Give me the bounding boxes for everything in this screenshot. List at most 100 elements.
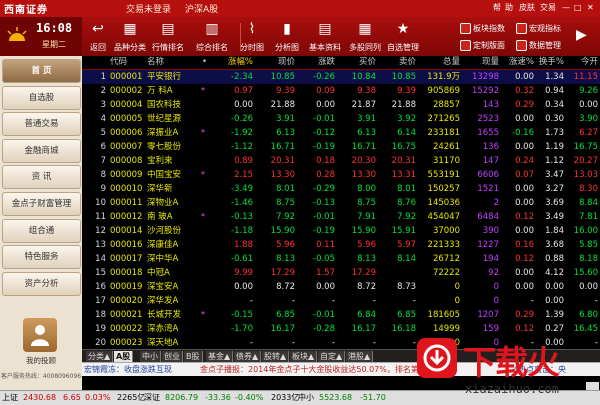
maximize-icon[interactable]: □: [574, 1, 582, 15]
sector-index-button[interactable]: 板块指数: [460, 20, 505, 37]
toolbar-button-overall-rank[interactable]: ▥ 综合排名: [190, 17, 234, 56]
custom-layout-button[interactable]: 定制版面: [460, 37, 505, 54]
table-row[interactable]: 1 000001 平安银行 -2.34 10.85 -0.26 10.84 10.85 131.…: [82, 70, 600, 84]
toolbar-divider: [240, 23, 241, 51]
ticker-left[interactable]: 宏锦霞冻：收盘涨跌互现: [84, 363, 172, 376]
cell-pct: -1.18: [231, 226, 253, 236]
table-row[interactable]: 4 000005 世纪星源 -0.26 3.91 -0.01 3.91 3.92 271265 2…: [82, 112, 600, 126]
cell-bid: 10.84: [351, 72, 376, 82]
table-row[interactable]: 12 000014 沙河股份 -1.18 15.90 -0.19 15.90 15.91 370…: [82, 224, 600, 238]
table-row[interactable]: 17 000020 深华发A - - - - - 0 0 - 0.00 -: [82, 294, 600, 308]
column-header-0[interactable]: 代码: [110, 56, 127, 69]
column-header-4[interactable]: 现价: [255, 56, 295, 69]
cell-vol: 24261: [432, 142, 460, 152]
sidebar-item-5[interactable]: 金点子财富管理: [2, 192, 81, 216]
sidebar-item-3[interactable]: 金融商城: [2, 138, 81, 163]
tab-5[interactable]: 基金▲: [206, 351, 234, 362]
toolbar-button-watchlist[interactable]: ★ 自选管理: [384, 17, 422, 56]
cell-pct: -1.12: [231, 142, 253, 152]
tab-7[interactable]: 股转▲: [262, 351, 290, 362]
cell-price: 13.30: [270, 170, 295, 180]
table-row[interactable]: 11 000012 南 玻A * -0.13 7.92 -0.01 7.91 7.92 45404…: [82, 210, 600, 224]
cell-turn: 3.49: [545, 212, 564, 222]
table-row[interactable]: 10 000011 深物业A -1.46 8.75 -0.13 8.75 8.76 145036…: [82, 196, 600, 210]
toolbar-button-category[interactable]: ▦ 品种分类: [112, 17, 148, 56]
table-row[interactable]: 8 000009 中国宝安 * 2.15 13.30 0.28 13.30 13.31 55319…: [82, 168, 600, 182]
column-header-8[interactable]: 总量: [420, 56, 460, 69]
sidebar-item-4[interactable]: 资 讯: [2, 165, 81, 190]
cell-ask: -: [412, 338, 416, 348]
column-header-3[interactable]: 涨幅%: [213, 56, 253, 69]
column-header-12[interactable]: 今开: [558, 56, 598, 69]
column-header-7[interactable]: 卖价: [376, 56, 416, 69]
table-row[interactable]: 5 000006 深振业A * -1.92 6.13 -0.12 6.13 6.14 233181…: [82, 126, 600, 140]
column-header-1[interactable]: 名称: [147, 56, 164, 69]
cell-spd: 0.00: [515, 268, 534, 278]
help-button[interactable]: 帮: [493, 1, 501, 15]
toolbar-button-profile[interactable]: ▤ 基本资料: [306, 17, 344, 56]
tab-9[interactable]: 自定▲: [318, 351, 346, 362]
table-row[interactable]: 16 000019 深宝安A 0.00 8.72 0.00 8.72 8.73 0 0 0.00 0.…: [82, 280, 600, 294]
cell-idx: 6: [100, 142, 106, 152]
sh-value[interactable]: 2430.68: [23, 391, 56, 405]
cell-open: 9.26: [579, 86, 598, 96]
advisor-label[interactable]: 我的投顾: [0, 355, 82, 366]
table-row[interactable]: 2 000002 万 科A * 0.97 9.39 0.09 9.38 9.39 905869 15…: [82, 84, 600, 98]
table-row[interactable]: 6 000007 零七股份 -1.12 16.71 -0.19 16.71 16.75 2426…: [82, 140, 600, 154]
column-header-5[interactable]: 涨跌: [295, 56, 335, 69]
cell-pct: 0.89: [234, 156, 253, 166]
cell-bid: -: [372, 296, 376, 306]
table-row[interactable]: 15 000018 中冠A 9.99 17.29 1.57 17.29 72222 92 0.00…: [82, 266, 600, 280]
toolbar-button-multi-stock[interactable]: ▦ 多股同列: [346, 17, 384, 56]
toolbar-button-ranking[interactable]: ▤ 行情排名: [148, 17, 188, 56]
toolbar-next-icon[interactable]: ▶: [576, 27, 587, 44]
ticker-middle[interactable]: 金点子播报：2014年金点子十大金股收益达50.07%，排名第一: [200, 363, 427, 376]
watermark-url: xiazaihuo.com: [465, 382, 559, 396]
table-row[interactable]: 19 000022 深赤湾A -1.70 16.17 -0.28 16.17 16.18 149…: [82, 322, 600, 336]
tab-10[interactable]: 港股▲: [346, 351, 374, 362]
close-icon[interactable]: ✕: [587, 1, 594, 15]
column-header-9[interactable]: 现量: [459, 56, 499, 69]
sidebar-item-0[interactable]: 首 页: [2, 59, 81, 83]
tab-6[interactable]: 债券▲: [234, 351, 262, 362]
cell-code: 000021: [110, 310, 143, 320]
tab-8[interactable]: 板块▲: [290, 351, 318, 362]
cell-ask: 21.88: [391, 100, 416, 110]
cell-pct: -0.15: [231, 310, 253, 320]
table-row[interactable]: 13 000016 深康佳A 1.88 5.96 0.11 5.96 5.97 221333 12…: [82, 238, 600, 252]
table-row[interactable]: 7 000008 宝利来 0.89 20.31 0.18 20.30 20.31 31170 14…: [82, 154, 600, 168]
tab-3[interactable]: 创业: [162, 351, 183, 362]
macro-indicator-button[interactable]: 宏观指标: [516, 20, 561, 37]
sidebar-item-8[interactable]: 资产分析: [2, 271, 81, 296]
tab-4[interactable]: B股: [184, 351, 203, 362]
table-row[interactable]: 9 000010 深华新 -3.49 8.01 -0.29 8.00 8.01 150257 15…: [82, 182, 600, 196]
trade-button[interactable]: 交易: [540, 1, 556, 15]
toolbar-button-analysis-chart[interactable]: ▮ 分析图: [270, 17, 304, 56]
sidebar-item-6[interactable]: 组合通: [2, 218, 81, 243]
table-row[interactable]: 14 000017 深中华A -0.61 8.13 -0.05 8.13 8.14 26712 1…: [82, 252, 600, 266]
cell-turn: 3.69: [545, 198, 564, 208]
cell-chg: 0.09: [316, 86, 335, 96]
column-header-6[interactable]: 买价: [336, 56, 376, 69]
help2-button[interactable]: 助: [505, 1, 513, 15]
tab-0[interactable]: 分类▲: [86, 351, 114, 362]
tab-2[interactable]: 中小: [140, 351, 161, 362]
table-row[interactable]: 3 000004 国农科技 0.00 21.88 0.00 21.87 21.88 28857 1…: [82, 98, 600, 112]
minimize-icon[interactable]: —: [562, 1, 570, 15]
data-manage-button[interactable]: 数据管理: [516, 37, 561, 54]
column-header-2[interactable]: •: [202, 56, 207, 69]
toolbar-button-back[interactable]: ↩ 返回: [84, 17, 112, 56]
advisor-avatar[interactable]: [23, 318, 57, 352]
skin-button[interactable]: 皮肤: [519, 1, 535, 15]
sme-value[interactable]: 5523.68: [319, 391, 352, 405]
account-status[interactable]: 交易未登录: [126, 2, 171, 15]
tab-1[interactable]: A股: [114, 351, 134, 362]
cell-ask: 13.31: [391, 170, 416, 180]
sidebar-item-2[interactable]: 普通交易: [2, 112, 81, 137]
sector-index-label: 板块指数: [473, 24, 505, 33]
sidebar-item-1[interactable]: 自选股: [2, 85, 81, 110]
sidebar-item-7[interactable]: 特色服务: [2, 245, 81, 270]
sz-value[interactable]: 8206.79: [165, 391, 198, 405]
table-row[interactable]: 18 000021 长城开发 * -0.15 6.85 -0.01 6.84 6.85 18160…: [82, 308, 600, 322]
cell-open: 13.03: [573, 170, 598, 180]
